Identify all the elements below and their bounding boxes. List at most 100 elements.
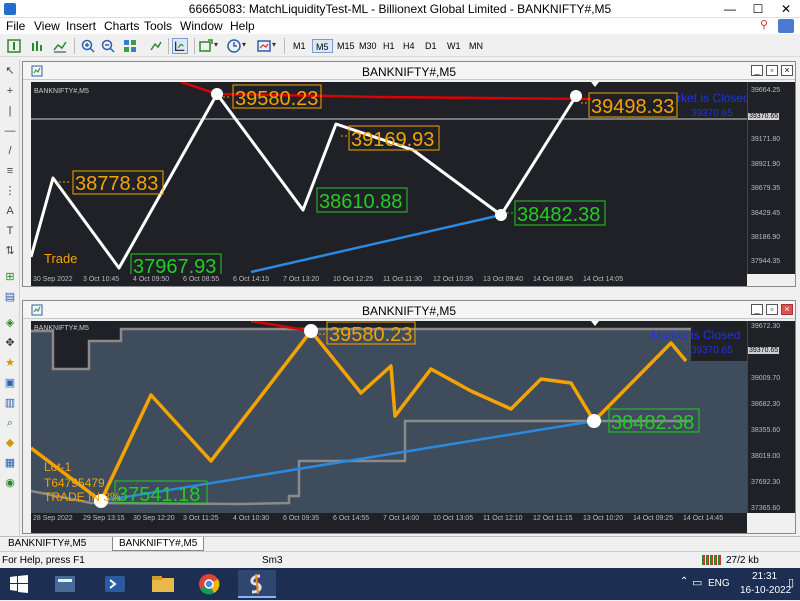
menu-window[interactable]: Window <box>180 19 223 33</box>
cursor-icon[interactable]: ↖ <box>3 64 17 78</box>
chart-close-button[interactable]: × <box>781 304 793 315</box>
search-icon[interactable]: ⚲ <box>760 18 772 32</box>
chart-maximize-button[interactable]: ▫ <box>766 304 778 315</box>
menu-insert[interactable]: Insert <box>66 19 96 33</box>
horizontal-line-icon[interactable]: — <box>3 124 17 138</box>
time-axis[interactable]: 30 Sep 2022 3 Oct 10:45 4 Oct 09:50 6 Oc… <box>31 274 747 286</box>
periods-icon[interactable] <box>226 38 242 54</box>
time-tick: 7 Oct 13:20 <box>283 276 320 283</box>
arrows-icon[interactable]: ⇅ <box>3 244 17 258</box>
current-price-tag: 39370.65 <box>748 347 780 354</box>
time-tick: 30 Sep 12:20 <box>133 515 175 522</box>
add-icon[interactable]: ⊞ <box>3 270 17 284</box>
price-axis[interactable]: 39672.30 39370.65 39009.70 38682.30 3835… <box>747 321 795 513</box>
chart-minimize-button[interactable]: _ <box>751 304 763 315</box>
time-tick: 14 Oct 14:45 <box>683 515 724 522</box>
toolbar-separator <box>168 38 169 54</box>
tile-windows-icon[interactable] <box>122 38 138 54</box>
time-tick: 4 Oct 09:50 <box>133 276 170 283</box>
menu-view[interactable]: View <box>34 19 60 33</box>
time-tick: 12 Oct 11:15 <box>533 515 573 522</box>
timeframe-m1[interactable]: M1 <box>290 39 309 53</box>
text-icon[interactable]: A <box>3 204 17 218</box>
chevron-down-icon[interactable]: ▾ <box>214 40 218 49</box>
chart-minimize-button[interactable]: _ <box>751 65 763 76</box>
chat-icon[interactable] <box>778 19 794 33</box>
new-chart-icon[interactable] <box>6 38 22 54</box>
language-indicator[interactable]: ENG <box>708 578 730 589</box>
menu-file[interactable]: File <box>6 19 25 33</box>
chart-plot-area[interactable]: BANKNIFTY#,M5 39580.23 39498.33 39169.93… <box>29 80 750 278</box>
clock-date[interactable]: 16-10-2022 <box>740 585 791 596</box>
chart-shift-icon[interactable] <box>172 38 188 54</box>
server-manager-icon[interactable] <box>46 570 84 598</box>
chart-maximize-button[interactable]: ▫ <box>766 65 778 76</box>
channel-icon[interactable]: ≡ <box>3 164 17 178</box>
chart-tab[interactable]: BANKNIFTY#,M5 <box>2 537 92 551</box>
price-axis[interactable]: 39664.25 39370.65 39171.80 38921.90 3867… <box>747 82 795 274</box>
chevron-down-icon[interactable]: ▾ <box>242 40 246 49</box>
timeframe-w1[interactable]: W1 <box>444 39 464 53</box>
trendline-icon[interactable]: / <box>3 144 17 158</box>
close-button[interactable]: ✕ <box>772 0 800 18</box>
menu-tools[interactable]: Tools <box>144 19 172 33</box>
metatrader-taskbar-icon[interactable] <box>238 570 276 598</box>
indicators-icon[interactable] <box>198 38 214 54</box>
zoom-out-icon[interactable] <box>100 38 116 54</box>
label-icon[interactable]: T <box>3 224 17 238</box>
move-icon[interactable]: ✥ <box>3 336 17 350</box>
menu-help[interactable]: Help <box>230 19 255 33</box>
price-label-f: 38482.38 <box>507 200 606 226</box>
chart-plot-area[interactable]: BANKNIFTY#,M5 39580.23 38482.38 37541.18… <box>29 319 747 513</box>
templates-icon[interactable] <box>256 38 272 54</box>
market-icon[interactable]: ◉ <box>3 476 17 490</box>
zoom-in-icon[interactable] <box>80 38 96 54</box>
time-axis[interactable]: 28 Sep 2022 29 Sep 13:15 30 Sep 12:20 3 … <box>31 513 747 533</box>
maximize-button[interactable]: ☐ <box>744 0 772 18</box>
chart-close-button[interactable]: × <box>781 65 793 76</box>
data-window-icon[interactable]: ▣ <box>3 376 17 390</box>
market-watch-icon[interactable]: ▤ <box>3 290 17 304</box>
chevron-up-icon[interactable]: ⌃ <box>680 576 688 587</box>
trade-risk-label: TRADE IN 3% <box>44 490 121 504</box>
fibonacci-icon[interactable]: ⋮ <box>3 184 17 198</box>
timeframe-m30[interactable]: M30 <box>356 39 380 53</box>
chrome-icon[interactable] <box>190 570 228 598</box>
timeframe-m5[interactable]: M5 <box>312 39 333 53</box>
favorites-icon[interactable]: ★ <box>3 356 17 370</box>
auto-scroll-icon[interactable] <box>148 38 164 54</box>
windows-start-icon[interactable] <box>10 575 28 593</box>
line-chart-icon[interactable] <box>52 38 68 54</box>
time-tick: 11 Oct 11:30 <box>383 276 423 283</box>
price-tick: 38355.60 <box>751 427 781 434</box>
minimize-button[interactable]: — <box>716 0 744 18</box>
chevron-down-icon[interactable]: ▾ <box>272 40 276 49</box>
timeframe-mn[interactable]: MN <box>466 39 486 53</box>
price-tick: 38682.30 <box>751 401 781 408</box>
signals-icon[interactable]: ▦ <box>3 456 17 470</box>
alert-icon[interactable]: ◆ <box>3 436 17 450</box>
terminal-icon[interactable]: ▥ <box>3 396 17 410</box>
powershell-icon[interactable] <box>96 570 134 598</box>
price-tick: 39171.80 <box>751 136 781 143</box>
bar-chart-icon[interactable] <box>30 38 46 54</box>
vertical-line-icon[interactable]: | <box>3 104 17 118</box>
clock-time[interactable]: 21:31 <box>752 571 777 582</box>
time-tick: 14 Oct 08:45 <box>533 276 574 283</box>
timeframe-h1[interactable]: H1 <box>380 39 398 53</box>
timeframe-d1[interactable]: D1 <box>422 39 440 53</box>
file-explorer-icon[interactable] <box>144 570 182 598</box>
chart-tab-active[interactable]: BANKNIFTY#,M5 <box>112 537 205 551</box>
crosshair-icon[interactable]: + <box>3 84 17 98</box>
network-icon[interactable]: ▭ <box>692 576 702 589</box>
chart-symbol-label: BANKNIFTY#,M5 <box>34 325 89 332</box>
swing-point <box>304 324 318 338</box>
menu-charts[interactable]: Charts <box>104 19 139 33</box>
tester-icon[interactable]: ⌕ <box>3 416 17 430</box>
navigator-icon[interactable]: ◈ <box>3 316 17 330</box>
time-tick: 3 Oct 10:45 <box>83 276 120 283</box>
drawing-toolbar: ↖ + | — / ≡ ⋮ A T ⇅ ⊞ ▤ ◈ ✥ ★ ▣ ▥ ⌕ ◆ ▦ … <box>0 60 20 536</box>
timeframe-h4[interactable]: H4 <box>400 39 418 53</box>
notifications-icon[interactable]: ▯ <box>788 576 794 589</box>
timeframe-m15[interactable]: M15 <box>334 39 358 53</box>
